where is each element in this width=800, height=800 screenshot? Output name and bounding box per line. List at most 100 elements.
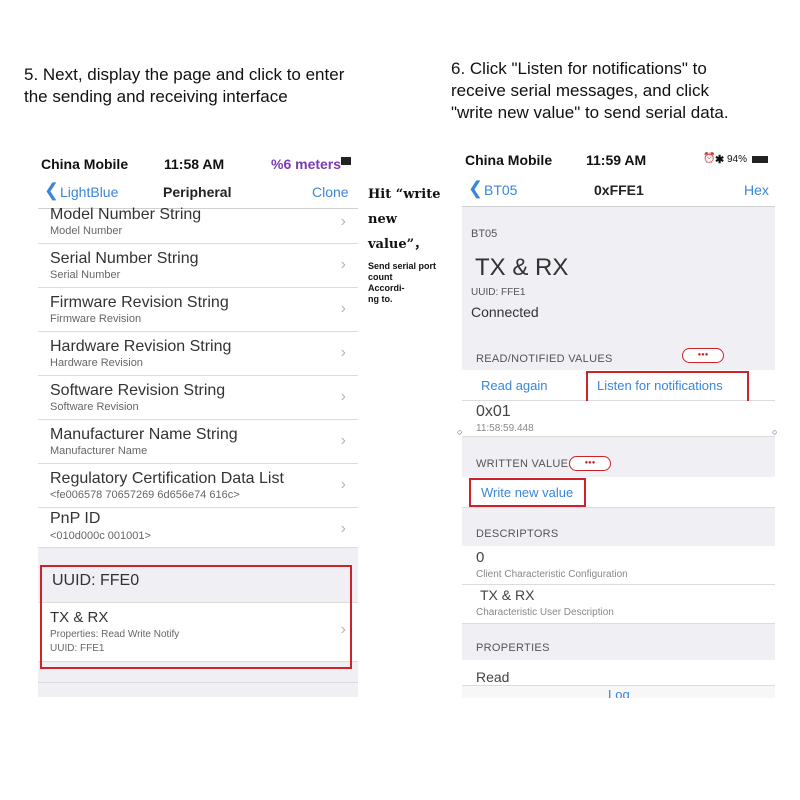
left-nav-bar: ❮ LightBlue Peripheral Clone (38, 176, 358, 209)
step5-caption: 5. Next, display the page and click to e… (24, 64, 344, 108)
note-small-line3: Accordi- (368, 283, 405, 293)
descriptors-header: DESCRIPTORS (476, 528, 559, 540)
chevron-right-icon: › (340, 476, 346, 493)
left-time: 11:58 AM (164, 156, 225, 172)
chevron-right-icon: › (340, 520, 346, 537)
edge-marker-right: ○ (772, 427, 778, 437)
descriptor-client-config: 0 Client Characteristic Configuration (462, 546, 775, 585)
chevron-right-icon: › (340, 300, 346, 317)
right-carrier: China Mobile (465, 152, 553, 168)
row-subtitle: Hardware Revision (50, 357, 143, 369)
annotation-bubble: ●●● (569, 456, 611, 471)
step6-line1: 6. Click "Listen for notifications" to (451, 59, 707, 78)
alarm-icon: ⏰ (703, 153, 716, 164)
right-phone-screen: China Mobile 11:59 AM ⏰ ✱ 94% ❮ BT05 0xF… (462, 150, 775, 698)
row-subtitle: <fe006578 70657269 6d656e74 616c> (50, 489, 240, 501)
note-hit-line2: new (368, 212, 397, 227)
back-chevron-icon[interactable]: ❮ (44, 180, 59, 201)
left-phone-screen: China Mobile 11:58 AM %6 meters ❮ LightB… (38, 152, 358, 697)
middle-note: Hit “write new value”， Send serial port … (368, 182, 452, 305)
characteristic-uuid: UUID: FFE1 (471, 287, 526, 298)
list-item-firmware-revision[interactable]: Firmware Revision String Firmware Revisi… (38, 288, 358, 332)
row-title: Manufacturer Name String (50, 426, 238, 443)
chevron-right-icon: › (340, 213, 346, 230)
list-item-serial-number[interactable]: Serial Number String Serial Number › (38, 244, 358, 288)
highlight-box-write (469, 478, 586, 507)
right-nav-title: 0xFFE1 (594, 182, 644, 198)
connection-status: Connected (471, 304, 539, 320)
row-title: Model Number String (50, 206, 202, 223)
step6-caption: 6. Click "Listen for notifications" to r… (451, 58, 729, 124)
row-title: PnP ID (50, 510, 101, 527)
row-subtitle: Manufacturer Name (50, 445, 148, 457)
note-hit-line1: Hit “write (368, 187, 441, 202)
read-value-row: 0x01 11:58:59.448 (462, 401, 775, 437)
row-title: Software Revision String (50, 382, 226, 399)
descriptor-label: Characteristic User Description (476, 607, 614, 618)
row-subtitle: Software Revision (50, 401, 139, 413)
read-timestamp: 11:58:59.448 (476, 423, 534, 434)
row-title: Firmware Revision String (50, 294, 229, 311)
note-small-line4: ng to. (368, 294, 393, 304)
bluetooth-icon: ✱ (715, 154, 725, 166)
chevron-right-icon: › (340, 256, 346, 273)
property-value: Read (476, 669, 510, 685)
clone-button[interactable]: Clone (312, 184, 349, 200)
list-item-software-revision[interactable]: Software Revision String Software Revisi… (38, 376, 358, 420)
row-subtitle: <010d000c 001001> (50, 530, 151, 542)
list-item-manufacturer-name[interactable]: Manufacturer Name String Manufacturer Na… (38, 420, 358, 464)
edge-marker-left: ○ (457, 427, 463, 437)
note-hit-line3: value”， (368, 237, 428, 252)
annotation-bubble: ●●● (682, 348, 724, 363)
back-chevron-icon[interactable]: ❮ (468, 178, 483, 199)
back-button-bt05[interactable]: BT05 (484, 182, 517, 198)
battery-percent: 94% (727, 154, 748, 165)
step6-line3: "write new value" to send serial data. (451, 103, 729, 122)
descriptor-value: 0 (476, 549, 485, 566)
right-nav-bar: ❮ BT05 0xFFE1 Hex (462, 174, 775, 207)
descriptor-value: TX & RX (480, 587, 535, 603)
chevron-right-icon: › (340, 432, 346, 449)
bottom-toolbar: Log (462, 685, 775, 698)
battery-icon (752, 156, 768, 163)
battery-icon (341, 157, 351, 165)
read-value: 0x01 (476, 403, 511, 420)
descriptor-user-description: TX & RX Characteristic User Description (462, 585, 775, 624)
read-notified-header: READ/NOTIFIED VALUES (476, 353, 613, 365)
highlight-box-characteristic (40, 565, 352, 669)
step6-line2: receive serial messages, and click (451, 81, 709, 100)
read-again-button[interactable]: Read again (481, 378, 548, 393)
note-small-line2: count (368, 272, 393, 282)
list-item-hardware-revision[interactable]: Hardware Revision String Hardware Revisi… (38, 332, 358, 376)
row-title: Hardware Revision String (50, 338, 232, 355)
list-item-regulatory-certification[interactable]: Regulatory Certification Data List <fe00… (38, 464, 358, 508)
log-button[interactable]: Log (608, 687, 630, 698)
hex-button[interactable]: Hex (744, 182, 769, 198)
device-name: BT05 (471, 228, 498, 240)
back-button-lightblue[interactable]: LightBlue (60, 184, 118, 200)
list-item-pnp-id[interactable]: PnP ID <010d000c 001001> › (38, 508, 358, 548)
left-status-right: %6 meters (271, 156, 342, 172)
list-item-model-number[interactable]: Model Number String Model Number › (38, 206, 358, 244)
chevron-right-icon: › (340, 388, 346, 405)
row-subtitle: Model Number (50, 225, 123, 237)
highlight-box-listen (586, 371, 749, 404)
step5-line1: 5. Next, display the page and click to e… (24, 65, 345, 84)
step5-line2: the sending and receiving interface (24, 87, 288, 106)
written-values-header: WRITTEN VALUES (476, 458, 576, 470)
characteristic-title: TX & RX (475, 254, 569, 281)
right-time: 11:59 AM (586, 152, 647, 168)
divider (38, 682, 358, 683)
left-carrier: China Mobile (41, 156, 129, 172)
right-status-bar: China Mobile 11:59 AM ⏰ ✱ 94% (462, 150, 775, 174)
note-small-line1: Send serial port (368, 261, 437, 271)
left-nav-title: Peripheral (163, 184, 232, 200)
row-subtitle: Serial Number (50, 269, 121, 281)
descriptor-label: Client Characteristic Configuration (476, 569, 628, 580)
row-title: Serial Number String (50, 250, 199, 267)
row-title: Regulatory Certification Data List (50, 470, 284, 487)
properties-header: PROPERTIES (476, 642, 550, 654)
left-status-bar: China Mobile 11:58 AM %6 meters (38, 152, 358, 176)
row-subtitle: Firmware Revision (50, 313, 142, 325)
chevron-right-icon: › (340, 344, 346, 361)
